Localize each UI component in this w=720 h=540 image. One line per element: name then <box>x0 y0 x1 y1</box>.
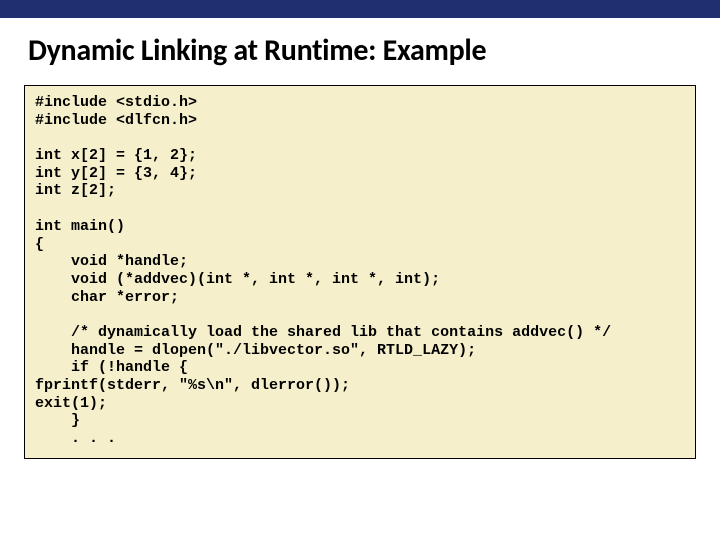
slide: Dynamic Linking at Runtime: Example #inc… <box>0 0 720 540</box>
code-block: #include <stdio.h> #include <dlfcn.h> in… <box>24 85 696 459</box>
slide-title: Dynamic Linking at Runtime: Example <box>0 18 720 85</box>
top-bar <box>0 0 720 18</box>
